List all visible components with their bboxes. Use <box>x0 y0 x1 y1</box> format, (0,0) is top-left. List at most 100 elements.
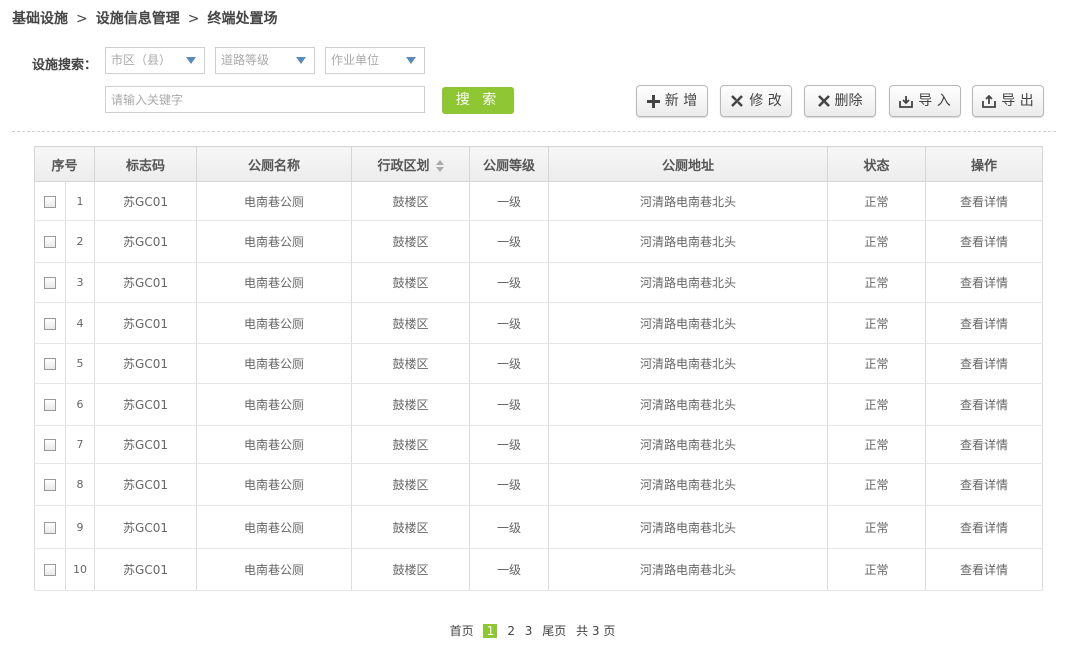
breadcrumb-item[interactable]: 基础设施 <box>12 11 68 27</box>
delete-button-label: 删除 <box>834 93 863 109</box>
column-header-status: 状态 <box>827 146 927 182</box>
cell-status: 正常 <box>827 262 927 303</box>
road-level-select[interactable]: 道路等级 <box>215 47 315 74</box>
cell-checkbox <box>34 548 66 591</box>
cell-name: 电南巷公厕 <box>196 383 353 426</box>
cell-action[interactable]: 查看详情 <box>925 262 1044 303</box>
cell-action[interactable]: 查看详情 <box>925 220 1044 263</box>
delete-button[interactable]: 删除 <box>804 85 876 117</box>
cell-address: 河清路电南巷北头 <box>548 181 829 221</box>
page-link-current[interactable]: 1 <box>483 624 498 638</box>
cell-name: 电南巷公厕 <box>196 548 353 591</box>
column-header-level: 公厕等级 <box>469 146 550 182</box>
cell-checkbox <box>34 383 66 426</box>
last-page-link[interactable]: 尾页 <box>542 624 566 638</box>
cell-district: 鼓楼区 <box>351 302 471 344</box>
work-unit-select-value: 作业单位 <box>331 53 380 67</box>
cell-level: 一级 <box>469 302 550 344</box>
cell-action[interactable]: 查看详情 <box>925 425 1044 464</box>
export-button[interactable]: 导 出 <box>972 85 1044 117</box>
cell-name: 电南巷公厕 <box>196 425 353 464</box>
cell-checkbox <box>34 302 66 344</box>
row-checkbox[interactable] <box>44 439 56 451</box>
cell-action[interactable]: 查看详情 <box>925 181 1044 221</box>
cell-status: 正常 <box>827 548 927 591</box>
export-button-label: 导 出 <box>1001 93 1034 109</box>
column-header-action: 操作 <box>925 146 1044 182</box>
cell-level: 一级 <box>469 262 550 303</box>
cell-code: 苏GC01 <box>94 383 198 426</box>
row-checkbox[interactable] <box>44 317 56 330</box>
cell-code: 苏GC01 <box>94 181 198 221</box>
cell-checkbox <box>34 505 66 549</box>
cell-status: 正常 <box>827 463 927 506</box>
cell-no: 10 <box>64 548 96 591</box>
page-link[interactable]: 3 <box>525 624 533 638</box>
cell-no: 5 <box>64 343 96 384</box>
cell-address: 河清路电南巷北头 <box>548 548 829 591</box>
sort-icon[interactable] <box>435 160 444 172</box>
import-button[interactable]: 导 入 <box>889 85 961 117</box>
table-row: 6 苏GC01 电南巷公厕 鼓楼区 一级 河清路电南巷北头 正常 查看详情 <box>34 383 1044 426</box>
chevron-down-icon <box>406 57 416 64</box>
cell-level: 一级 <box>469 343 550 384</box>
plus-icon <box>646 94 660 108</box>
row-checkbox[interactable] <box>44 236 56 248</box>
cell-action[interactable]: 查看详情 <box>925 548 1044 591</box>
cell-checkbox <box>34 220 66 263</box>
cell-no: 4 <box>64 302 96 344</box>
table-header: 序号 标志码 公厕名称 行政区划 公厕等级 公厕地址 状态 操作 <box>33 146 1044 182</box>
row-checkbox[interactable] <box>44 195 56 208</box>
cell-action[interactable]: 查看详情 <box>925 505 1044 549</box>
cell-status: 正常 <box>827 181 927 221</box>
column-header-district-label: 行政区划 <box>377 158 430 174</box>
cell-no: 6 <box>64 383 96 426</box>
column-header-no: 序号 <box>33 146 96 182</box>
row-checkbox[interactable] <box>44 479 56 491</box>
import-button-label: 导 入 <box>918 93 951 109</box>
column-header-district[interactable]: 行政区划 <box>351 146 471 182</box>
keyword-input[interactable] <box>105 86 425 113</box>
cell-status: 正常 <box>827 383 927 426</box>
cell-district: 鼓楼区 <box>351 220 471 263</box>
search-button[interactable]: 搜 索 <box>442 87 514 114</box>
pagination: 首页 1 2 3 尾页 共 3 页 <box>0 622 1065 639</box>
cell-no: 2 <box>64 220 96 263</box>
breadcrumb-item[interactable]: 设施信息管理 <box>96 11 180 27</box>
add-button-label: 新 增 <box>664 93 698 109</box>
add-button[interactable]: 新 增 <box>636 85 708 117</box>
table-row: 10 苏GC01 电南巷公厕 鼓楼区 一级 河清路电南巷北头 正常 查看详情 <box>34 548 1044 591</box>
table-body: 1 苏GC01 电南巷公厕 鼓楼区 一级 河清路电南巷北头 正常 查看详情 2 苏GC01 电南巷公… <box>34 181 1044 591</box>
cell-code: 苏GC01 <box>94 220 198 263</box>
edit-button[interactable]: 修 改 <box>720 85 792 117</box>
cell-action[interactable]: 查看详情 <box>925 463 1044 506</box>
row-checkbox[interactable] <box>44 521 56 534</box>
row-checkbox[interactable] <box>44 358 56 370</box>
divider <box>12 131 1056 132</box>
cell-no: 7 <box>64 425 96 464</box>
cell-status: 正常 <box>827 302 927 344</box>
cell-checkbox <box>34 425 66 464</box>
cell-address: 河清路电南巷北头 <box>548 425 829 464</box>
row-checkbox[interactable] <box>44 399 56 411</box>
cell-status: 正常 <box>827 425 927 464</box>
column-header-address: 公厕地址 <box>548 146 829 182</box>
cell-district: 鼓楼区 <box>351 548 471 591</box>
cell-action[interactable]: 查看详情 <box>925 302 1044 344</box>
district-select[interactable]: 市区（县） <box>105 47 205 74</box>
cell-action[interactable]: 查看详情 <box>925 383 1044 426</box>
page-link[interactable]: 2 <box>507 624 515 638</box>
row-checkbox[interactable] <box>44 564 56 576</box>
first-page-link[interactable]: 首页 <box>450 624 474 638</box>
cell-no: 3 <box>64 262 96 303</box>
close-icon <box>817 95 830 107</box>
work-unit-select[interactable]: 作业单位 <box>325 47 425 74</box>
cell-code: 苏GC01 <box>94 302 198 344</box>
cell-address: 河清路电南巷北头 <box>548 343 829 384</box>
road-level-select-value: 道路等级 <box>221 53 270 67</box>
cell-action[interactable]: 查看详情 <box>925 343 1044 384</box>
row-checkbox[interactable] <box>44 277 56 289</box>
table-row: 1 苏GC01 电南巷公厕 鼓楼区 一级 河清路电南巷北头 正常 查看详情 <box>34 181 1044 221</box>
cell-district: 鼓楼区 <box>351 425 471 464</box>
cell-code: 苏GC01 <box>94 463 198 506</box>
